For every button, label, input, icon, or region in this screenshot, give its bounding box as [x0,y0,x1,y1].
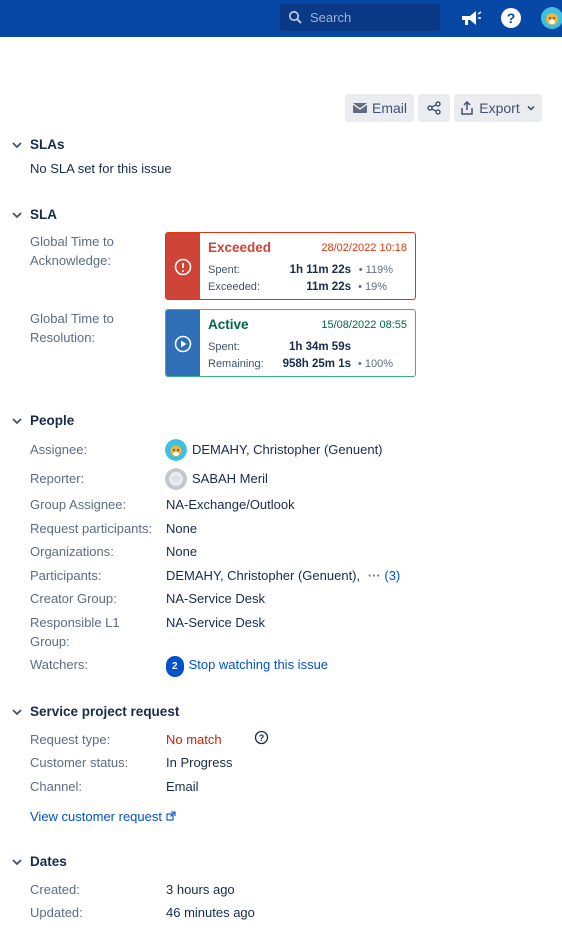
assignee-avatar[interactable] [165,439,187,461]
share-button[interactable] [418,94,450,122]
sla-row-label: Spent: [208,341,240,353]
sla-status-side [166,310,200,376]
sla-row-percent: • 119% [358,264,393,276]
customer-status-label: Customer status: [30,755,129,770]
megaphone-icon[interactable] [458,6,482,30]
search-input[interactable]: Search [280,4,440,31]
organizations-value: None [166,544,198,559]
creator-group-label: Creator Group: [30,591,117,606]
view-customer-request[interactable]: View customer request [30,809,176,824]
user-avatar-icon[interactable] [540,6,562,30]
sla-row-percent: • 19% [358,281,387,293]
watchers-count-badge: 2 [166,656,184,677]
sla-row-value: 11m 22s [306,281,351,293]
sla-label-resolution: Global Time to Resolution: [30,311,114,345]
chevron-down-icon [12,417,22,424]
chevron-down-icon [12,211,22,218]
share-icon [427,101,441,115]
search-icon [288,10,302,24]
slas-section-title: SLAs [30,137,65,152]
export-button[interactable]: Export [454,94,542,122]
request-participants-label: Request participants: [30,521,153,536]
sla-row-value: 1h 34m 59s [288,341,351,353]
assignee-label: Assignee: [30,442,88,457]
stop-watching-link[interactable]: Stop watching this issue [189,657,328,672]
chevron-down-icon [12,141,22,148]
creator-group-value: NA-Service Desk [166,591,265,606]
help-icon[interactable]: ? [499,6,523,30]
group-assignee-value: NA-Exchange/Outlook [166,497,295,512]
request-type-label: Request type: [30,732,111,747]
export-button-label: Export [479,100,520,116]
dates-section-title: Dates [30,854,67,869]
dates-section-header[interactable]: Dates [10,854,67,869]
sla-card-resolution: Active 15/08/2022 08:55 Spent: 1h 34m 59… [165,309,416,377]
sla-state: Exceeded [208,240,272,255]
organizations-label: Organizations: [30,544,114,559]
people-section-header[interactable]: People [10,413,74,428]
responsible-group-label: Responsible L1 Group: [30,615,120,649]
sla-section-header[interactable]: SLA [10,207,57,222]
participants-more-link[interactable]: (3) [384,568,400,583]
chevron-down-icon [12,708,22,715]
responsible-group-value: NA-Service Desk [166,615,265,630]
updated-label: Updated: [30,905,83,920]
sla-section-title: SLA [30,207,57,222]
channel-label: Channel: [30,779,83,794]
participants-names[interactable]: DEMAHY, Christopher (Genuent), [166,568,360,583]
export-icon [461,101,474,115]
reporter-name[interactable]: SABAH Meril [192,469,268,488]
customer-status-value: In Progress [166,755,233,770]
svg-text:?: ? [507,10,516,26]
help-icon[interactable]: ? [254,730,269,745]
email-button-label: Email [371,100,407,116]
warning-icon [174,258,192,276]
more-icon[interactable]: ··· [368,568,381,583]
sla-row-value: 958h 25m 1s [282,358,351,370]
email-button[interactable]: Email [345,94,414,122]
sla-row-label: Exceeded: [208,281,260,293]
slas-empty-text: No SLA set for this issue [30,161,172,176]
watchers-value[interactable]: 2 Stop watching this issue [166,655,328,677]
watchers-label: Watchers: [30,657,89,672]
search-placeholder: Search [310,10,352,25]
service-request-section-title: Service project request [30,704,180,719]
service-request-section-header[interactable]: Service project request [10,704,179,719]
sla-status-side [166,233,200,299]
view-customer-request-link[interactable]: View customer request [30,809,162,824]
sla-date: 28/02/2022 10:18 [321,242,407,254]
sla-row-percent: • 100% [357,358,393,370]
top-navigation-bar: Search ? [0,0,562,37]
sla-row-value: 1h 11m 22s [289,264,351,276]
sla-state: Active [208,317,249,332]
created-value: 3 hours ago [166,882,235,897]
chevron-down-icon [527,105,535,111]
chevron-down-icon [12,858,22,865]
reporter-label: Reporter: [30,471,85,486]
reporter-avatar[interactable] [165,468,187,490]
channel-value: Email [166,779,199,794]
sla-label-acknowledge: Global Time to Acknowledge: [30,234,114,268]
people-section-title: People [30,413,75,428]
request-type-value[interactable]: No match [166,730,222,749]
sla-row-label: Remaining: [208,358,264,370]
participants-label: Participants: [30,568,102,583]
play-icon [174,335,192,353]
group-assignee-label: Group Assignee: [30,497,127,512]
email-icon [352,103,368,113]
slas-section-header[interactable]: SLAs [10,137,65,152]
svg-text:?: ? [259,733,265,743]
assignee-name[interactable]: DEMAHY, Christopher (Genuent) [192,440,383,459]
request-participants-value: None [166,521,198,536]
sla-row-label: Spent: [208,264,240,276]
external-link-icon [166,811,176,821]
participants-value: DEMAHY, Christopher (Genuent), ··· (3) [166,566,400,585]
sla-date: 15/08/2022 08:55 [321,319,407,331]
created-label: Created: [30,882,80,897]
sla-card-acknowledge: Exceeded 28/02/2022 10:18 Spent: 1h 11m … [165,232,416,300]
updated-value: 46 minutes ago [166,905,255,920]
